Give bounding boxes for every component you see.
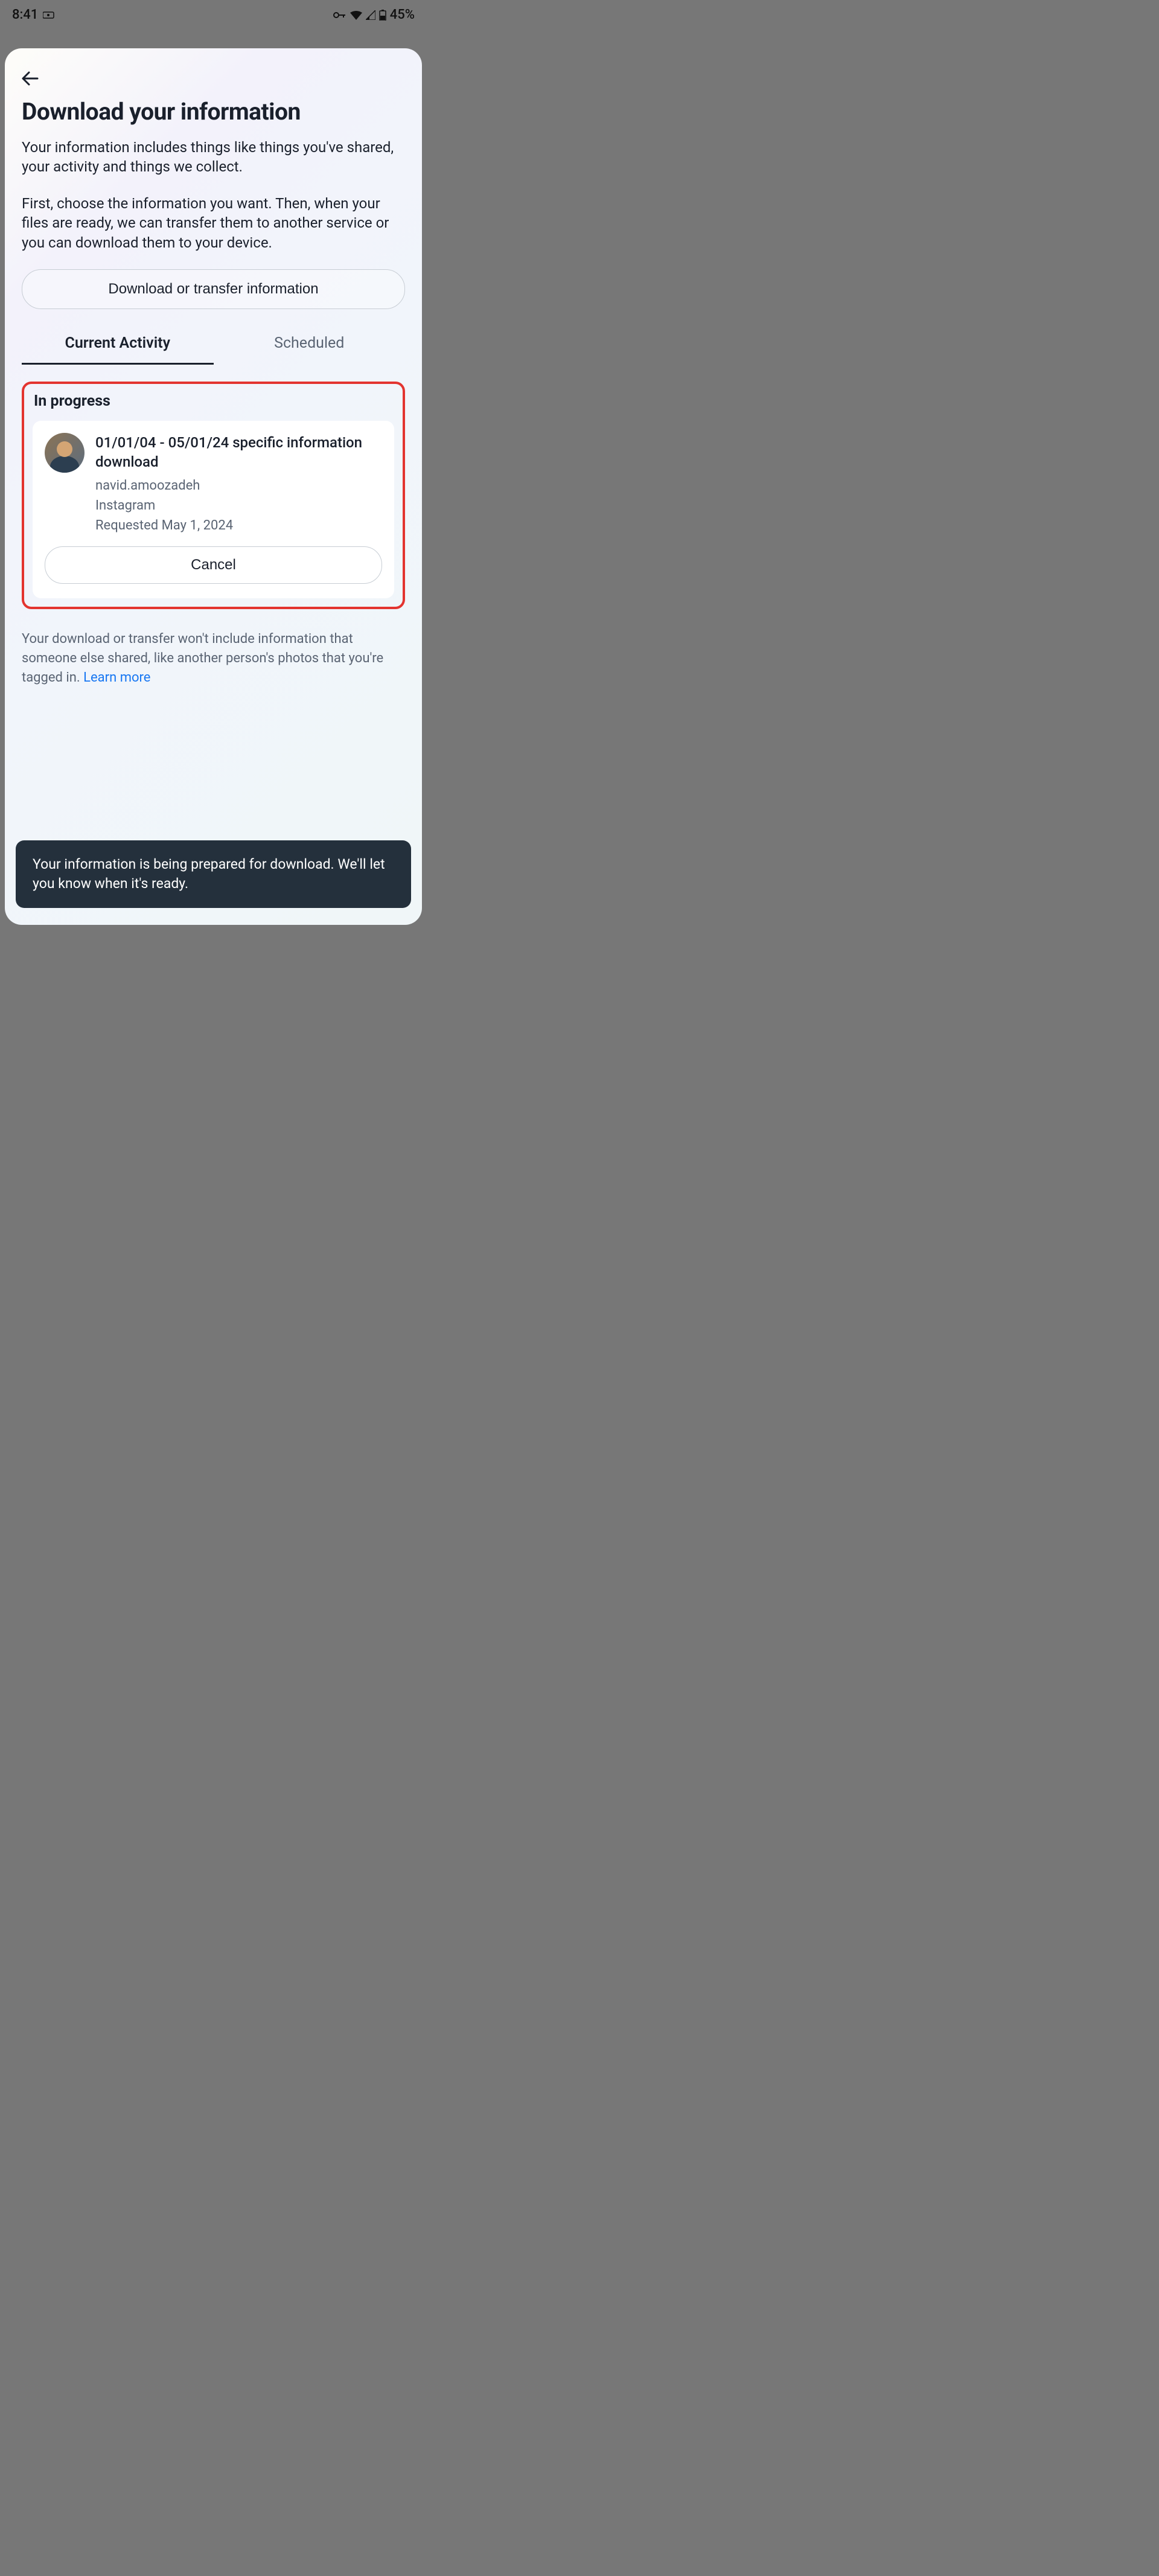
download-platform: Instagram: [95, 496, 382, 516]
highlight-annotation: In progress 01/01/04 - 05/01/24 specific…: [22, 382, 405, 609]
status-bar: 8:41 45%: [0, 0, 427, 30]
battery-percent: 45%: [390, 7, 415, 22]
battery-icon: [379, 10, 386, 21]
recording-icon: [43, 11, 56, 19]
signal-icon: [366, 10, 375, 20]
toast-notification: Your information is being prepared for d…: [16, 840, 411, 908]
modal-sheet: Download your information Your informati…: [5, 48, 422, 925]
footer-text: Your download or transfer won't include …: [22, 631, 383, 685]
status-time: 8:41: [12, 7, 38, 22]
tabs: Current Activity Scheduled: [22, 327, 405, 365]
description-2: First, choose the information you want. …: [22, 194, 405, 252]
section-heading-in-progress: In progress: [33, 392, 394, 410]
learn-more-link[interactable]: Learn more: [83, 670, 150, 685]
download-transfer-button[interactable]: Download or transfer information: [22, 269, 405, 309]
download-requested: Requested May 1, 2024: [95, 516, 382, 535]
tab-scheduled[interactable]: Scheduled: [214, 327, 406, 365]
avatar: [45, 433, 85, 473]
tab-current-activity[interactable]: Current Activity: [22, 327, 214, 365]
download-card[interactable]: 01/01/04 - 05/01/24 specific information…: [33, 421, 394, 598]
cancel-button[interactable]: Cancel: [45, 546, 382, 584]
wifi-icon: [350, 10, 362, 20]
footer-disclaimer: Your download or transfer won't include …: [22, 630, 405, 688]
back-button[interactable]: [22, 71, 405, 86]
download-title: 01/01/04 - 05/01/24 specific information…: [95, 433, 382, 472]
vpn-key-icon: [333, 11, 346, 19]
page-title: Download your information: [22, 98, 405, 126]
description-1: Your information includes things like th…: [22, 138, 405, 177]
download-username: navid.amoozadeh: [95, 476, 382, 496]
